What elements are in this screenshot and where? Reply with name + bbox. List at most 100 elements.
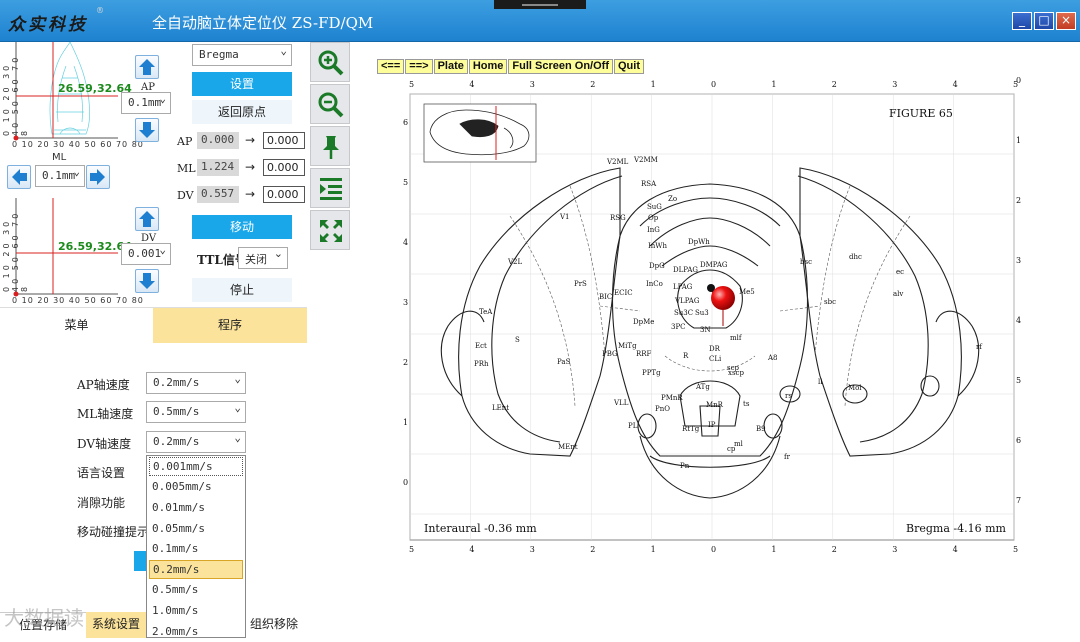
panel-tabs: 菜单 程序 [0, 307, 307, 343]
zoom-out-button[interactable] [310, 84, 350, 124]
ap-down-button[interactable] [135, 118, 159, 142]
stop-button[interactable]: 停止 [192, 278, 292, 302]
atlas-bottom-tick: 4 [469, 545, 475, 554]
probe-target-marker [711, 286, 735, 310]
atlas-right-tick: 4 [1016, 316, 1022, 325]
ml-step-select[interactable]: 0.1mm [35, 165, 85, 187]
atlas-top-tick: 3 [529, 80, 535, 89]
atlas-top-tick: 0 [711, 80, 717, 89]
atlas-right-tick: 0 [1016, 76, 1022, 85]
prev-plate-button[interactable]: <== [377, 59, 405, 74]
dropdown-option[interactable]: 2.0mm/s [149, 623, 243, 642]
figure-label: FIGURE 65 [889, 107, 953, 120]
ap-target-input[interactable]: 0.000 [263, 132, 305, 149]
dv-speed-select[interactable]: 0.2mm/s [146, 431, 246, 453]
collision-label: 移动碰撞提示 [77, 525, 150, 539]
dropdown-option[interactable]: 0.1mm/s [149, 540, 243, 559]
top-view-x-ticks: 0 10 20 30 40 50 60 70 80 [12, 140, 144, 149]
move-button[interactable]: 移动 [192, 215, 292, 239]
atlas-region-label: 3PC [671, 323, 686, 331]
company-logo: 众实科技 [8, 15, 88, 35]
dv-up-button[interactable] [135, 207, 159, 231]
dropdown-option[interactable]: 0.01mm/s [149, 499, 243, 518]
ml-speed-label: ML轴速度 [77, 407, 134, 421]
atlas-region-label: S [515, 336, 520, 344]
fullscreen-toggle-button[interactable]: Full Screen On/Off [508, 59, 613, 74]
ml-current-value: 1.224 [197, 159, 239, 176]
tool-column [309, 42, 351, 254]
close-button[interactable]: × [1056, 12, 1076, 30]
atlas-region-label: rf [976, 343, 982, 351]
atlas-region-label: ec [896, 268, 905, 276]
tab-program[interactable]: 程序 [153, 308, 307, 343]
ap-speed-select[interactable]: 0.2mm/s [146, 372, 246, 394]
atlas-region-label: LPAG [673, 283, 693, 291]
atlas-region-label: DpMe [633, 318, 655, 326]
ml-target-input[interactable]: 0.000 [263, 159, 305, 176]
atlas-region-label: PrS [574, 280, 587, 288]
atlas-region-label: PPTg [642, 369, 661, 377]
ml-right-button[interactable] [86, 165, 110, 189]
atlas-plate[interactable] [400, 76, 1030, 556]
dropdown-option[interactable]: 0.001mm/s [149, 457, 243, 476]
atlas-top-tick: 2 [831, 80, 837, 89]
side-view-x-ticks: 0 10 20 30 40 50 60 70 80 [12, 296, 144, 305]
tab-menu[interactable]: 菜单 [0, 308, 153, 343]
ttl-select[interactable]: 关闭 [238, 247, 288, 269]
atlas-region-label: R [683, 352, 689, 360]
dropdown-option[interactable]: 0.005mm/s [149, 478, 243, 497]
pin-button[interactable] [310, 126, 350, 166]
tab-system-settings[interactable]: 系统设置 [86, 612, 146, 638]
atlas-region-label: DLPAG [673, 266, 698, 274]
dv-step-select[interactable]: 0.001 [121, 243, 171, 265]
indent-button[interactable] [310, 168, 350, 208]
top-handle [494, 0, 586, 9]
bregma-label: Bregma -4.16 mm [906, 522, 1006, 535]
atlas-bottom-tick: 0 [711, 545, 717, 554]
atlas-region-label: SuG [647, 203, 662, 211]
atlas-right-tick: 6 [1016, 436, 1022, 445]
dv-down-button[interactable] [135, 269, 159, 293]
atlas-region-label: RSG [610, 214, 626, 222]
minimize-button[interactable]: _ [1012, 12, 1032, 30]
quit-button[interactable]: Quit [614, 59, 644, 74]
ml-left-button[interactable] [7, 165, 31, 189]
atlas-left-tick: 3 [403, 298, 409, 307]
atlas-region-label: ts [743, 400, 750, 408]
dropdown-option[interactable]: 1.0mm/s [149, 602, 243, 621]
zoom-in-button[interactable] [310, 42, 350, 82]
atlas-region-label: Op [648, 214, 659, 222]
tab-tissue-removal[interactable]: 组织移除 [246, 612, 302, 638]
set-button[interactable]: 设置 [192, 72, 292, 96]
dv-target-input[interactable]: 0.000 [263, 186, 305, 203]
zoom-in-icon [318, 50, 344, 76]
atlas-region-label: InG [647, 226, 660, 234]
atlas-region-label: V2L [508, 258, 523, 266]
side-view-y-ticks: 0 10 20 30 40 50 60 70 8 [2, 210, 29, 292]
dropdown-option[interactable]: 0.05mm/s [149, 520, 243, 539]
backlash-label: 消隙功能 [77, 496, 126, 510]
ap-step-select[interactable]: 0.1mm [121, 92, 171, 114]
atlas-region-label: InCo [646, 280, 663, 288]
atlas-region-label: ECIC [614, 289, 633, 297]
dv-speed-dropdown[interactable]: 0.001mm/s 0.005mm/s 0.01mm/s 0.05mm/s 0.… [146, 455, 246, 638]
atlas-region-label: RtTg [682, 425, 700, 433]
atlas-region-label: mlf [730, 334, 742, 342]
reference-select[interactable]: Bregma [192, 44, 292, 66]
next-plate-button[interactable]: ==> [405, 59, 433, 74]
ap-up-button[interactable] [135, 55, 159, 79]
dropdown-option-selected[interactable]: 0.2mm/s [149, 560, 243, 579]
maximize-button[interactable]: □ [1034, 12, 1054, 30]
atlas-region-label: 3N [700, 326, 711, 334]
ml-speed-select[interactable]: 0.5mm/s [146, 401, 246, 423]
indent-list-icon [320, 178, 342, 200]
atlas-region-label: A8 [768, 354, 778, 362]
pin-icon [323, 136, 339, 159]
return-origin-button[interactable]: 返回原点 [192, 100, 292, 124]
home-button[interactable]: Home [468, 59, 508, 74]
fullscreen-button[interactable] [310, 210, 350, 250]
dropdown-option[interactable]: 0.5mm/s [149, 581, 243, 600]
ap-current-value: 0.000 [197, 132, 239, 149]
atlas-left-tick: 6 [403, 118, 409, 127]
plate-button[interactable]: Plate [433, 59, 468, 74]
